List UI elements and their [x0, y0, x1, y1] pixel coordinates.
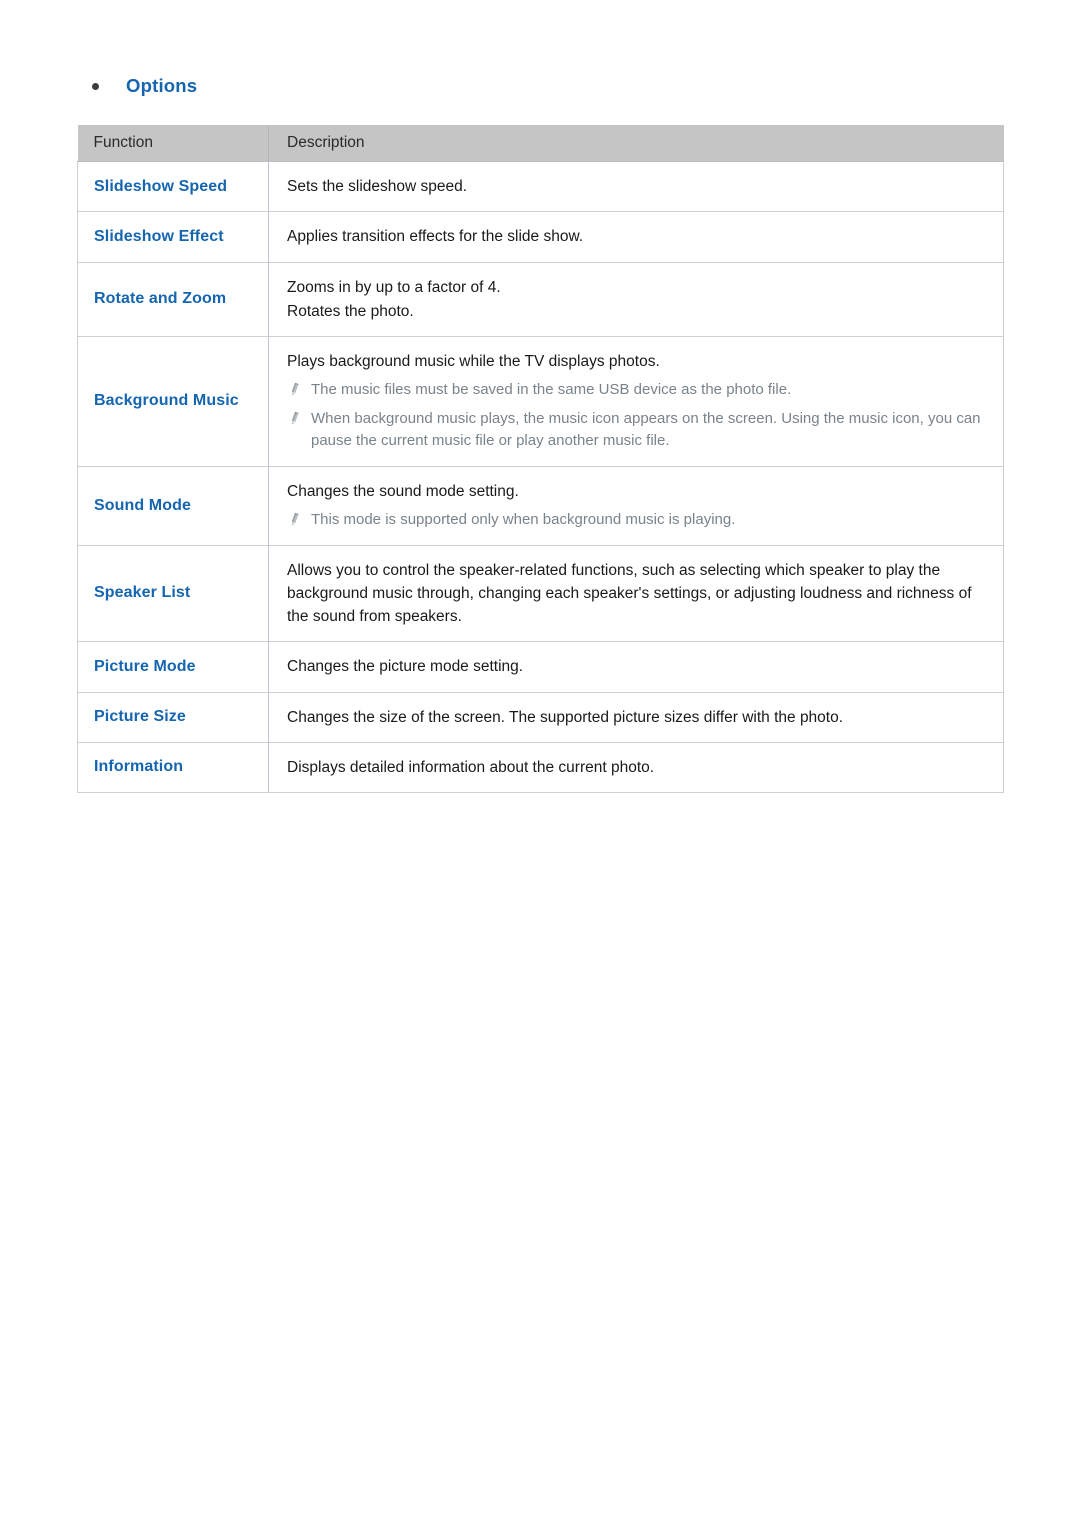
note-line: When background music plays, the music i…: [287, 408, 987, 453]
column-header-function: Function: [77, 125, 269, 162]
table-row: Information Displays detailed information…: [77, 742, 1004, 794]
note-text: When background music plays, the music i…: [311, 409, 981, 450]
table-cell-description: Sets the slideshow speed.: [268, 161, 1004, 213]
options-table: Function Description Slideshow Speed Sets…: [77, 125, 1004, 794]
table-cell-description: Allows you to control the speaker-relate…: [268, 545, 1004, 643]
table-row: Rotate and Zoom Zooms in by up to a facto…: [77, 262, 1004, 337]
pencil-icon: [291, 512, 299, 526]
description-line: Plays background music while the TV disp…: [287, 353, 660, 370]
table-cell-description: Plays background music while the TV disp…: [268, 336, 1004, 467]
section-heading: Options: [92, 73, 197, 99]
description-line: Displays detailed information about the …: [287, 758, 655, 776]
table-row: Picture Mode Changes the picture mode set…: [77, 641, 1004, 693]
table-cell-function: Rotate and Zoom: [77, 262, 269, 337]
function-link[interactable]: Sound Mode: [78, 482, 268, 530]
table-cell-function: Picture Mode: [77, 641, 269, 693]
table-header: Function Description: [77, 125, 1004, 162]
description-line: Allows you to control the speaker-relate…: [287, 561, 972, 626]
page-title: Options: [126, 75, 198, 96]
table-cell-description: Changes the size of the screen. The supp…: [268, 692, 1004, 743]
pencil-icon: [291, 382, 299, 396]
table-cell-function: Picture Size: [77, 692, 269, 743]
table-row: Picture Size Changes the size of the scre…: [77, 692, 1004, 743]
description-body: Changes the sound mode setting. This mode…: [269, 467, 1003, 545]
description-line: Rotates the photo.: [287, 302, 414, 320]
description-line: Sets the slideshow speed.: [287, 178, 468, 195]
description-line: Zooms in by up to a factor of 4.: [287, 278, 501, 296]
table-cell-description: Applies transition effects for the slide…: [268, 211, 1004, 263]
bullet-dot-icon: [92, 82, 99, 90]
note-text: The music files must be saved in the sam…: [311, 381, 792, 399]
description-line: Changes the sound mode setting.: [287, 482, 519, 500]
description-body: Displays detailed information about the …: [269, 743, 1003, 792]
function-link[interactable]: Speaker List: [78, 569, 268, 617]
table-cell-function: Slideshow Speed: [77, 161, 269, 213]
description-line: Changes the size of the screen. The supp…: [287, 708, 844, 726]
document-page: Options Function Description Slideshow S…: [0, 0, 1080, 1527]
table-cell-description: Changes the picture mode setting.: [268, 641, 1004, 693]
pencil-icon: [291, 411, 299, 425]
table-header-row: Function Description: [77, 125, 1004, 162]
table-cell-function: Information: [77, 742, 269, 794]
function-link[interactable]: Picture Mode: [78, 643, 268, 691]
description-body: Allows you to control the speaker-relate…: [269, 546, 1003, 642]
function-link[interactable]: Slideshow Speed: [78, 163, 268, 211]
function-link[interactable]: Background Music: [78, 377, 268, 425]
table-cell-function: Speaker List: [77, 545, 269, 643]
function-link[interactable]: Rotate and Zoom: [78, 275, 268, 323]
description-line: Applies transition effects for the slide…: [287, 228, 584, 246]
description-body: Applies transition effects for the slide…: [269, 212, 1003, 261]
function-link[interactable]: Slideshow Effect: [78, 213, 268, 261]
table-cell-description: Zooms in by up to a factor of 4. Rotates …: [268, 262, 1004, 337]
description-body: Zooms in by up to a factor of 4. Rotates …: [269, 263, 1003, 337]
table-row: Sound Mode Changes the sound mode setting…: [77, 466, 1004, 546]
description-body: Plays background music while the TV disp…: [269, 337, 1003, 466]
table-body: Slideshow Speed Sets the slideshow speed.…: [77, 161, 1004, 794]
note-line: This mode is supported only when backgro…: [287, 509, 987, 532]
description-line: Changes the picture mode setting.: [287, 658, 524, 676]
description-body: Changes the size of the screen. The supp…: [269, 693, 1003, 742]
description-body: Changes the picture mode setting.: [269, 642, 1003, 691]
table-cell-description: Displays detailed information about the …: [268, 742, 1004, 794]
table-row: Slideshow Speed Sets the slideshow speed.: [77, 161, 1004, 213]
column-header-description: Description: [268, 125, 1004, 162]
description-body: Sets the slideshow speed.: [269, 162, 1003, 211]
table-row: Background Music Plays background music w…: [77, 336, 1004, 467]
note-text: This mode is supported only when backgro…: [311, 511, 736, 528]
table-cell-description: Changes the sound mode setting. This mode…: [268, 466, 1004, 546]
table-row: Speaker List Allows you to control the sp…: [77, 545, 1004, 643]
note-line: The music files must be saved in the sam…: [287, 379, 987, 402]
table-cell-function: Background Music: [77, 336, 269, 467]
table-row: Slideshow Effect Applies transition effec…: [77, 211, 1004, 263]
function-link[interactable]: Information: [78, 743, 268, 791]
function-link[interactable]: Picture Size: [78, 693, 268, 741]
table-cell-function: Sound Mode: [77, 466, 269, 546]
table-cell-function: Slideshow Effect: [77, 211, 269, 263]
